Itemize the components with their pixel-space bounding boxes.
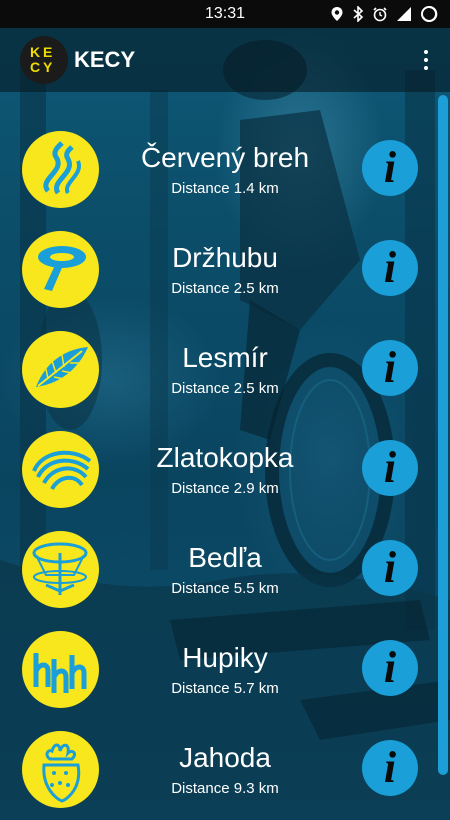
trail-distance: Distance 1.4 km: [171, 180, 279, 197]
trail-name: Lesmír: [182, 342, 268, 373]
mushroom-icon: [22, 231, 99, 308]
dot-icon: [424, 58, 428, 62]
signal-icon: [397, 7, 411, 21]
logo-letter: Y: [43, 59, 53, 75]
trail-distance: Distance 2.5 km: [171, 380, 279, 397]
flame-waves-icon: [22, 131, 99, 208]
list-item[interactable]: Jahoda Distance 9.3 km i: [0, 720, 440, 820]
list-item[interactable]: Zlatokopka Distance 2.9 km i: [0, 420, 440, 520]
list-item[interactable]: Hupiky Distance 5.7 km i: [0, 620, 440, 720]
scrollbar[interactable]: [438, 95, 448, 775]
info-button[interactable]: i: [362, 540, 418, 596]
trail-distance: Distance 2.9 km: [171, 480, 279, 497]
list-item[interactable]: Bedľa Distance 5.5 km i: [0, 520, 440, 620]
list-item[interactable]: Držhubu Distance 2.5 km i: [0, 220, 440, 320]
logo-letter: K: [30, 44, 41, 60]
overflow-menu-button[interactable]: [416, 46, 436, 74]
wave-stripes-icon: [22, 431, 99, 508]
trail-name: Zlatokopka: [156, 442, 294, 473]
fern-leaf-icon: [22, 331, 99, 408]
battery-icon: [421, 5, 438, 22]
dot-icon: [424, 50, 428, 54]
list-item[interactable]: Červený breh Distance 1.4 km i: [0, 120, 440, 220]
info-button[interactable]: i: [362, 340, 418, 396]
info-button[interactable]: i: [362, 140, 418, 196]
trail-name: Bedľa: [188, 542, 262, 573]
trail-distance: Distance 5.7 km: [171, 680, 279, 697]
info-button[interactable]: i: [362, 740, 418, 796]
trail-distance: Distance 2.5 km: [171, 280, 279, 297]
trail-name: Červený breh: [140, 142, 310, 173]
trail-name: Hupiky: [182, 642, 268, 673]
info-button[interactable]: i: [362, 240, 418, 296]
list-item[interactable]: Lesmír Distance 2.5 km i: [0, 320, 440, 420]
location-icon: [331, 7, 343, 21]
trail-name: Jahoda: [179, 742, 271, 773]
alarm-icon: [373, 7, 387, 22]
app-logo: K E C Y: [20, 36, 68, 84]
bluetooth-icon: [353, 6, 364, 22]
info-button[interactable]: i: [362, 640, 418, 696]
trail-distance: Distance 5.5 km: [171, 580, 279, 597]
status-icons: [330, 5, 438, 23]
strawberry-icon: [22, 731, 99, 808]
trail-distance: Distance 9.3 km: [171, 780, 279, 797]
trail-name: Držhubu: [172, 242, 278, 273]
logo-letter: E: [43, 44, 53, 60]
status-bar: 13:31: [0, 0, 450, 28]
app-title: KECY: [74, 47, 136, 72]
parasol-mushroom-icon: [22, 531, 99, 608]
info-button[interactable]: i: [362, 440, 418, 496]
dot-icon: [424, 66, 428, 70]
logo-letter: C: [30, 59, 41, 75]
hhh-letters-icon: [22, 631, 99, 708]
app-bar: K E C Y KECY: [0, 28, 450, 92]
